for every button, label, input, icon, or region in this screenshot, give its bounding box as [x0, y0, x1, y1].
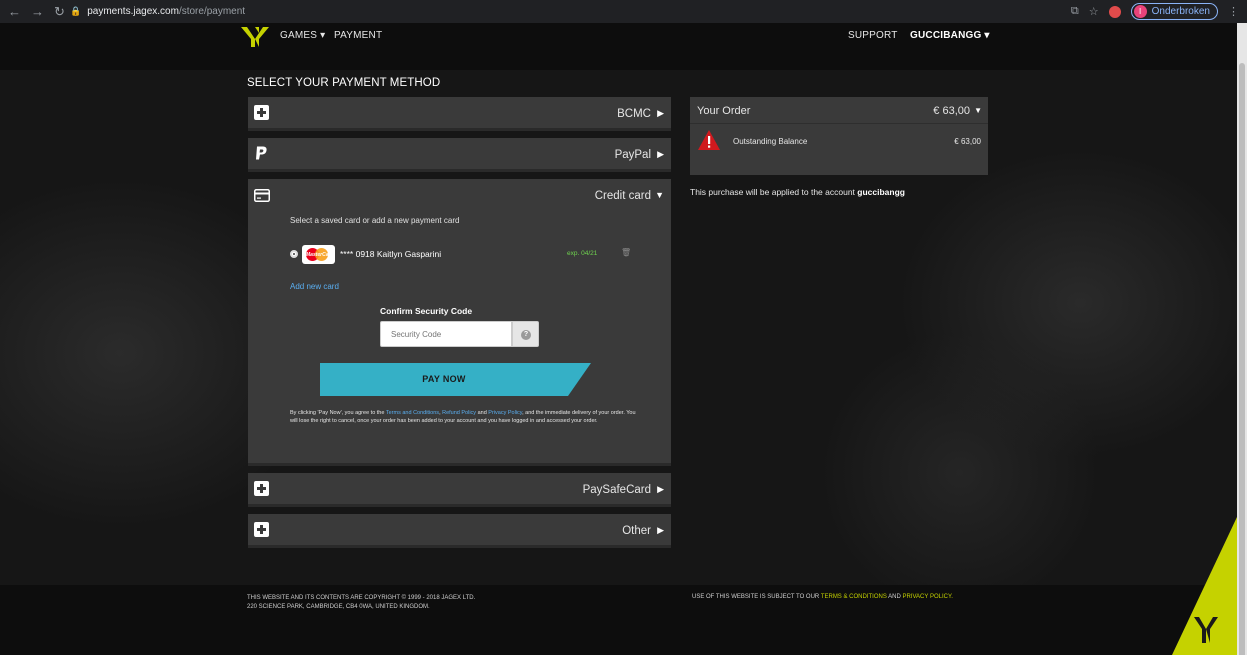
payment-method-paypal[interactable]: PayPal ▶ [248, 138, 671, 172]
outstanding-balance-value: € 63,00 [954, 137, 981, 146]
terms-link[interactable]: Terms and Conditions [386, 410, 439, 416]
url-path: /store/payment [178, 6, 246, 17]
translate-icon[interactable]: ⧉ [1071, 5, 1079, 18]
address-bar[interactable]: 🔒 payments.jagex.com/store/payment [70, 6, 245, 17]
plus-icon [254, 522, 269, 537]
security-code-input[interactable] [380, 321, 512, 347]
payment-method-bcmc[interactable]: BCMC ▶ [248, 97, 671, 131]
scrollbar-thumb[interactable] [1239, 63, 1245, 655]
kebab-menu-icon[interactable]: ⋮ [1228, 5, 1239, 18]
saved-card-row[interactable]: MasterCard **** 0918 Kaitlyn Gasparini e… [290, 245, 631, 264]
method-label: BCMC [617, 108, 651, 120]
forward-arrow-icon[interactable]: → [31, 4, 44, 20]
caret-right-icon: ▶ [657, 484, 664, 494]
caret-right-icon: ▶ [657, 149, 664, 159]
terms-notice-text: USE OF THIS WEBSITE IS SUBJECT TO OUR [692, 594, 821, 600]
caret-down-icon[interactable]: ▼ [655, 190, 664, 200]
method-label: Other [622, 525, 651, 537]
caret-right-icon: ▶ [657, 108, 664, 118]
caret-down-icon: ▼ [974, 106, 982, 115]
site-header: GAMES ▾ PAYMENT SUPPORT GUCCIBANGG ▾ [0, 23, 1237, 70]
order-summary: Your Order € 63,00 ▼ Outstanding Balance… [690, 97, 988, 175]
corner-logo-icon [1172, 517, 1237, 655]
copyright: THIS WEBSITE AND ITS CONTENTS ARE COPYRI… [247, 594, 475, 612]
outstanding-balance-label: Outstanding Balance [733, 137, 808, 146]
back-arrow-icon[interactable]: ← [8, 4, 21, 20]
warning-icon [698, 130, 720, 150]
payment-terms: By clicking 'Pay Now', you agree to the … [290, 409, 640, 425]
caret-right-icon: ▶ [657, 525, 664, 535]
account-notice-text: This purchase will be applied to the acc… [690, 187, 858, 197]
card-radio[interactable] [290, 250, 298, 258]
terms-text: and [476, 410, 489, 416]
page-title: SELECT YOUR PAYMENT METHOD [247, 77, 441, 89]
terms-notice-text: AND [886, 594, 903, 600]
payment-method-other[interactable]: Other ▶ [248, 514, 671, 548]
paypal-icon [256, 146, 267, 160]
site-footer: THIS WEBSITE AND ITS CONTENTS ARE COPYRI… [0, 585, 1237, 655]
reload-icon[interactable]: ↻ [54, 4, 65, 20]
card-expiry: exp. 04/21 [567, 250, 598, 257]
security-code-label: Confirm Security Code [380, 306, 473, 316]
browser-nav: ← → ↻ [0, 4, 65, 20]
credit-card-icon[interactable] [254, 189, 270, 202]
method-label[interactable]: Credit card [595, 190, 651, 202]
lock-icon: 🔒 [70, 6, 82, 16]
plus-icon [254, 481, 269, 496]
pay-now-button[interactable]: PAY NOW [320, 363, 591, 396]
footer-terms-link[interactable]: TERMS & CONDITIONS [821, 594, 887, 600]
nav-games[interactable]: GAMES ▾ [280, 30, 325, 41]
url-host: payments.jagex.com [87, 6, 179, 17]
terms-notice: USE OF THIS WEBSITE IS SUBJECT TO OUR TE… [692, 594, 953, 600]
star-icon[interactable]: ☆ [1089, 5, 1099, 18]
user-menu[interactable]: GUCCIBANGG ▾ [910, 30, 990, 41]
card-number: **** 0918 Kaitlyn Gasparini [340, 249, 442, 259]
question-icon: ? [521, 330, 531, 340]
terms-text: By clicking 'Pay Now', you agree to the [290, 410, 386, 416]
method-label: PaySafeCard [582, 484, 651, 496]
order-header[interactable]: Your Order € 63,00 ▼ [690, 97, 988, 124]
account-notice: This purchase will be applied to the acc… [690, 187, 905, 197]
browser-toolbar: ← → ↻ 🔒 payments.jagex.com/store/payment… [0, 0, 1247, 23]
method-label: PayPal [614, 149, 651, 161]
saved-card-instructions: Select a saved card or add a new payment… [290, 216, 460, 225]
nav-payment[interactable]: PAYMENT [334, 30, 382, 41]
account-name: guccibangg [857, 187, 905, 197]
profile-label: Onderbroken [1151, 6, 1210, 17]
profile-button[interactable]: I Onderbroken [1130, 3, 1218, 20]
refund-policy-link[interactable]: Refund Policy [442, 410, 476, 416]
payment-method-credit-card: Credit card ▼ Select a saved card or add… [248, 179, 671, 466]
card-brand-text: MasterCard [306, 252, 334, 258]
mastercard-icon: MasterCard [302, 245, 335, 264]
avatar: I [1133, 5, 1147, 18]
nav-support[interactable]: SUPPORT [848, 30, 898, 41]
payment-method-paysafecard[interactable]: PaySafeCard ▶ [248, 473, 671, 507]
jagex-logo-icon[interactable] [241, 25, 269, 49]
order-title: Your Order [697, 105, 751, 117]
add-new-card-link[interactable]: Add new card [290, 282, 339, 291]
privacy-policy-link[interactable]: Privacy Policy [488, 410, 522, 416]
pay-now-label: PAY NOW [422, 374, 466, 384]
footer-privacy-link[interactable]: PRIVACY POLICY. [903, 594, 953, 600]
plus-icon [254, 105, 269, 120]
extension-icon[interactable] [1108, 5, 1121, 18]
copyright-line: THIS WEBSITE AND ITS CONTENTS ARE COPYRI… [247, 595, 476, 601]
address-line: 220 SCIENCE PARK, CAMBRIDGE, CB4 0WA, UN… [247, 604, 430, 610]
security-code-help-button[interactable]: ? [512, 321, 539, 347]
scrollbar[interactable] [1237, 23, 1247, 655]
trash-icon[interactable]: 🗑 [621, 248, 631, 257]
order-total: € 63,00 [933, 105, 970, 117]
